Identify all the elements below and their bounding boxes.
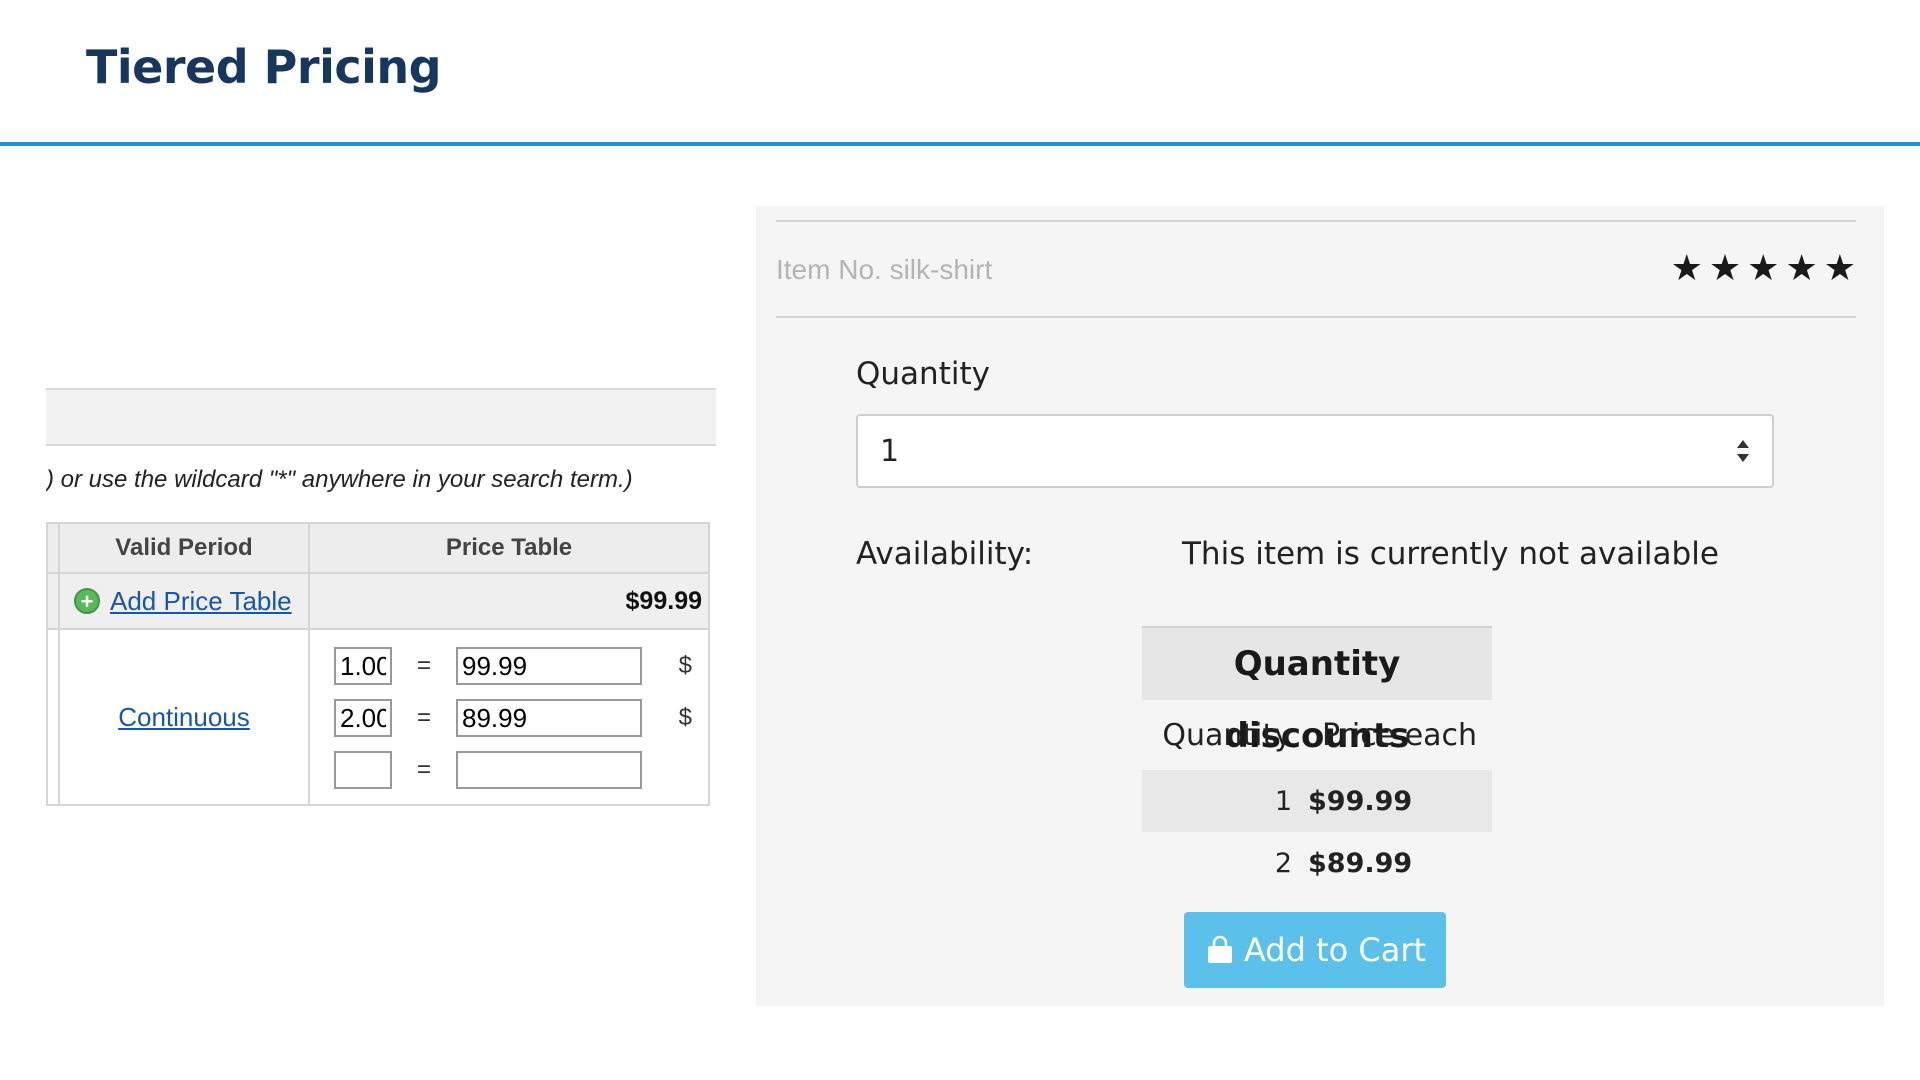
discount-row: 2 $89.99 <box>1142 832 1492 894</box>
edge-header <box>46 522 60 574</box>
valid-period-cell: Continuous <box>58 628 310 806</box>
availability-status: This item is currently not available <box>1182 536 1719 572</box>
tier-quantity-input[interactable] <box>334 647 392 685</box>
star-icon: ★ <box>1708 247 1742 288</box>
star-icon: ★ <box>1823 247 1856 288</box>
tier-price-input[interactable] <box>456 699 642 737</box>
discount-price: $99.99 <box>1308 785 1413 817</box>
price-row: = $ <box>334 640 708 692</box>
equals-sign: = <box>416 756 431 783</box>
storefront-panel: Item No. silk-shirt ★ ★ ★ ★ ★ Quantity 1… <box>756 206 1884 1006</box>
quantity-label: Quantity <box>856 356 990 392</box>
slide-title: Tiered Pricing <box>86 40 442 94</box>
add-price-table-cell: + Add Price Table <box>58 572 310 630</box>
item-number: Item No. silk-shirt <box>776 254 993 285</box>
star-icon: ★ <box>1670 247 1703 288</box>
equals-sign: = <box>416 652 431 679</box>
tier-price-input[interactable] <box>456 647 642 685</box>
edge-cell <box>46 572 60 630</box>
add-to-cart-label: Add to Cart <box>1243 931 1427 969</box>
valid-period-link[interactable]: Continuous <box>60 702 308 733</box>
price-table-grid: Valid Period Price Table + Add Price Tab… <box>46 522 710 806</box>
title-divider <box>0 142 1920 146</box>
price-row: = $ <box>334 692 708 744</box>
quantity-selected-value: 1 <box>880 434 900 469</box>
quantity-discounts-table: Quantity discounts Quantity Price each 1… <box>1142 626 1492 894</box>
top-divider <box>776 220 1856 222</box>
price-rows-cell: = $ = $ = <box>308 628 710 806</box>
tier-quantity-input[interactable] <box>334 699 392 737</box>
price-table-header: Price Table <box>308 522 710 574</box>
availability-label: Availability: <box>856 536 1034 572</box>
star-icon: ★ <box>1785 247 1818 288</box>
up-down-arrows-icon <box>1737 440 1749 462</box>
add-to-cart-button[interactable]: Add to Cart <box>1184 912 1446 988</box>
tier-quantity-input[interactable] <box>334 751 392 789</box>
add-price-table-link[interactable]: Add Price Table <box>110 586 292 617</box>
tier-price-input[interactable] <box>456 751 642 789</box>
add-circle-icon[interactable]: + <box>74 588 100 614</box>
item-divider <box>776 316 1856 318</box>
search-hint: ) or use the wildcard "*" anywhere in yo… <box>46 466 633 493</box>
discounts-quantity-header: Quantity <box>1162 717 1292 753</box>
discount-price: $89.99 <box>1308 847 1413 879</box>
admin-toolbar-band <box>46 388 716 446</box>
discount-quantity: 2 <box>1274 847 1292 879</box>
price-row: = <box>334 744 708 796</box>
edge-cell <box>46 628 60 806</box>
discount-row: 1 $99.99 <box>1142 770 1492 832</box>
discounts-price-header: Price each <box>1322 717 1478 753</box>
currency-symbol: $ <box>678 652 692 679</box>
currency-symbol: $ <box>678 704 692 731</box>
valid-period-header: Valid Period <box>58 522 310 574</box>
rating-stars: ★ ★ ★ ★ ★ <box>1671 250 1856 286</box>
base-price: $99.99 <box>308 572 710 630</box>
admin-price-panel: ) or use the wildcard "*" anywhere in yo… <box>46 388 716 806</box>
star-icon: ★ <box>1747 247 1780 288</box>
quantity-select[interactable]: 1 <box>856 414 1774 488</box>
equals-sign: = <box>416 704 431 731</box>
shopping-bag-icon <box>1207 935 1232 963</box>
discounts-title: Quantity discounts <box>1142 626 1492 756</box>
discount-quantity: 1 <box>1274 785 1292 817</box>
